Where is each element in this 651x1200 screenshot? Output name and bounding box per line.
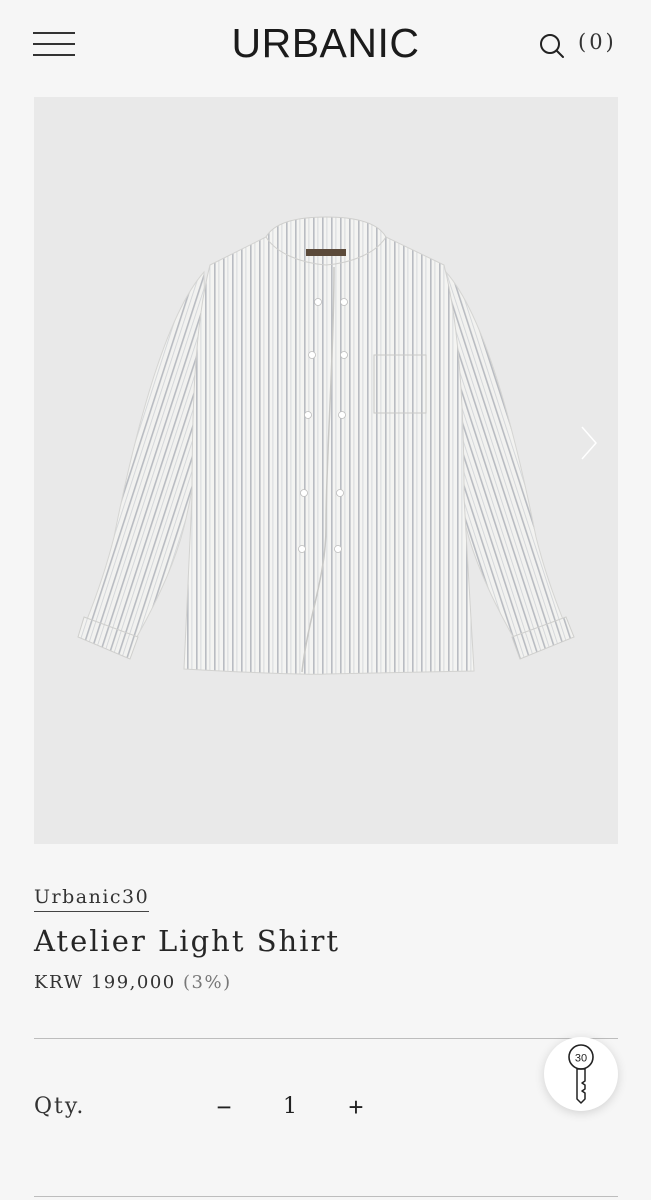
hamburger-icon <box>33 32 75 34</box>
divider <box>34 1038 618 1039</box>
key-number: 30 <box>575 1053 587 1065</box>
price: KRW 199,000 <box>34 972 176 993</box>
product-page: URBANIC (0) Urbanic30 Atelier Light Shir… <box>0 0 651 1200</box>
next-image-button[interactable] <box>576 423 600 463</box>
product-name: Atelier Light Shirt <box>34 924 341 958</box>
product-image[interactable] <box>34 97 618 844</box>
quantity-decrease-button[interactable]: − <box>209 1090 239 1124</box>
brand-link[interactable]: Urbanic30 <box>34 886 150 912</box>
price-row: KRW 199,000 (3%) <box>34 972 232 993</box>
shirt-image <box>77 216 575 675</box>
cart-count[interactable]: (0) <box>578 30 617 54</box>
discount-rate: (3%) <box>183 972 232 993</box>
chevron-right-icon <box>581 426 597 460</box>
hamburger-icon-line <box>33 43 75 45</box>
quantity-increase-button[interactable]: + <box>341 1090 371 1124</box>
header: URBANIC (0) <box>0 0 651 90</box>
menu-button[interactable] <box>33 30 77 60</box>
quantity-value[interactable]: 1 <box>275 1094 305 1119</box>
divider-bottom <box>34 1196 618 1197</box>
quantity-label: Qty. <box>34 1094 86 1119</box>
urbanic30-floating-button[interactable]: 30 <box>544 1037 618 1111</box>
key-icon: 30 <box>568 1044 594 1104</box>
hamburger-icon-line <box>33 54 75 56</box>
search-icon <box>540 34 564 58</box>
search-button[interactable] <box>537 31 567 61</box>
